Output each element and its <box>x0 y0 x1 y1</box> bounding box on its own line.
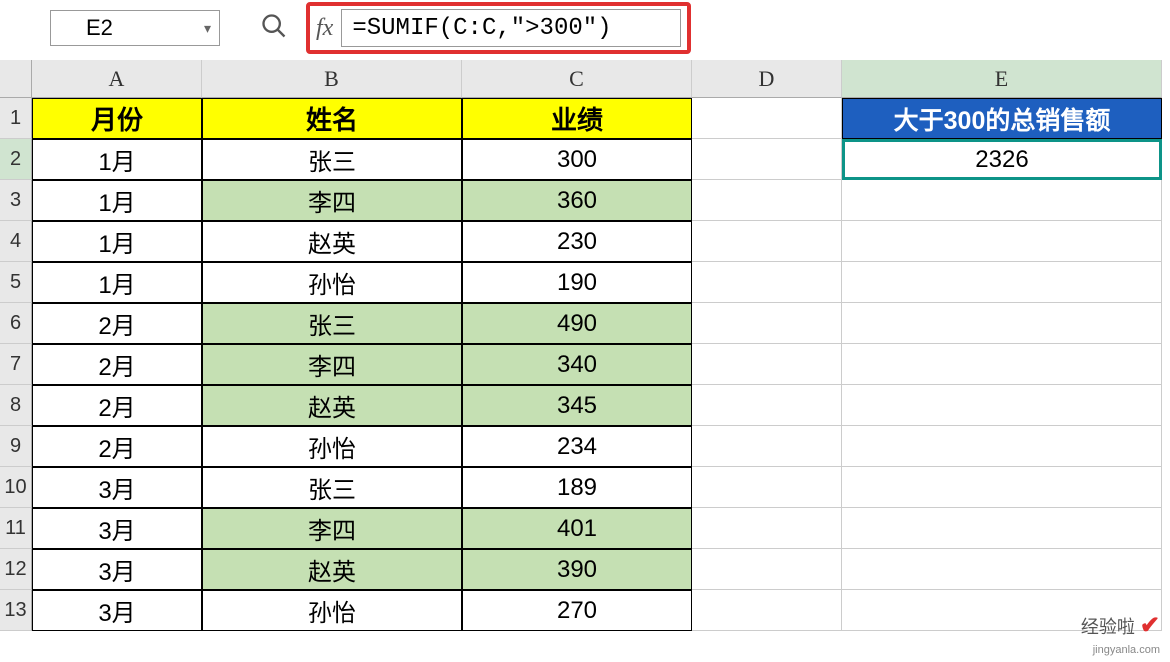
cell[interactable] <box>842 385 1162 426</box>
cell-name[interactable]: 孙怡 <box>202 590 462 631</box>
cell-perf[interactable]: 345 <box>462 385 692 426</box>
row-header[interactable]: 11 <box>0 508 32 549</box>
name-box[interactable]: E2 ▾ <box>50 10 220 46</box>
cell-name[interactable]: 李四 <box>202 180 462 221</box>
cell-month[interactable]: 1月 <box>32 221 202 262</box>
cell-perf[interactable]: 490 <box>462 303 692 344</box>
row-header[interactable]: 5 <box>0 262 32 303</box>
col-header-d[interactable]: D <box>692 60 842 98</box>
watermark: 经验啦 ✔ jingyanla.com <box>1081 614 1160 656</box>
formula-bar: E2 ▾ fx <box>0 0 1170 60</box>
cell-month[interactable]: 2月 <box>32 426 202 467</box>
dropdown-icon[interactable]: ▾ <box>204 20 211 37</box>
cell-month[interactable]: 1月 <box>32 139 202 180</box>
column-header-row: A B C D E <box>32 60 1170 98</box>
active-cell[interactable]: 2326 <box>842 139 1162 180</box>
cell[interactable] <box>692 467 842 508</box>
row-header[interactable]: 7 <box>0 344 32 385</box>
cell-month[interactable]: 3月 <box>32 549 202 590</box>
cell-name[interactable]: 李四 <box>202 344 462 385</box>
cell-month[interactable]: 2月 <box>32 385 202 426</box>
watermark-text: 经验啦 <box>1081 617 1135 637</box>
cell[interactable] <box>692 344 842 385</box>
cell[interactable] <box>692 303 842 344</box>
col-header-b[interactable]: B <box>202 60 462 98</box>
cell-perf[interactable]: 189 <box>462 467 692 508</box>
header-total[interactable]: 大于300的总销售额 <box>842 98 1162 139</box>
cell[interactable] <box>842 221 1162 262</box>
cell[interactable] <box>692 221 842 262</box>
cell-perf[interactable]: 340 <box>462 344 692 385</box>
cell[interactable] <box>692 508 842 549</box>
row-header[interactable]: 4 <box>0 221 32 262</box>
header-month[interactable]: 月份 <box>32 98 202 139</box>
cell-month[interactable]: 3月 <box>32 508 202 549</box>
cell-month[interactable]: 2月 <box>32 303 202 344</box>
spreadsheet-grid: 1 2 3 4 5 6 7 8 9 10 11 12 13 A B C D E … <box>0 60 1170 631</box>
row-header-area: 1 2 3 4 5 6 7 8 9 10 11 12 13 <box>0 60 32 631</box>
row-header[interactable]: 10 <box>0 467 32 508</box>
cell-name[interactable]: 孙怡 <box>202 426 462 467</box>
cell-month[interactable]: 1月 <box>32 262 202 303</box>
cell-name[interactable]: 孙怡 <box>202 262 462 303</box>
cell[interactable] <box>842 549 1162 590</box>
grid-body: A B C D E 月份 姓名 业绩 大于300的总销售额 1月 张三 300 … <box>32 60 1170 631</box>
cell[interactable] <box>692 98 842 139</box>
cell[interactable] <box>842 180 1162 221</box>
row-header[interactable]: 9 <box>0 426 32 467</box>
row-header[interactable]: 6 <box>0 303 32 344</box>
cell-name[interactable]: 赵英 <box>202 221 462 262</box>
cell-perf[interactable]: 230 <box>462 221 692 262</box>
row-header[interactable]: 8 <box>0 385 32 426</box>
cell-perf[interactable]: 270 <box>462 590 692 631</box>
cell-perf[interactable]: 390 <box>462 549 692 590</box>
cell-name[interactable]: 张三 <box>202 467 462 508</box>
cell[interactable] <box>692 549 842 590</box>
cell[interactable] <box>692 139 842 180</box>
cell[interactable] <box>842 426 1162 467</box>
col-header-a[interactable]: A <box>32 60 202 98</box>
search-icon[interactable] <box>260 12 288 45</box>
header-performance[interactable]: 业绩 <box>462 98 692 139</box>
cell-reference: E2 <box>86 15 113 41</box>
cell-perf[interactable]: 300 <box>462 139 692 180</box>
cell-perf[interactable]: 360 <box>462 180 692 221</box>
select-all-corner[interactable] <box>0 60 32 98</box>
cell[interactable] <box>692 180 842 221</box>
cell[interactable] <box>842 262 1162 303</box>
check-icon: ✔ <box>1140 612 1160 639</box>
header-name[interactable]: 姓名 <box>202 98 462 139</box>
watermark-sub: jingyanla.com <box>1093 644 1160 656</box>
cell[interactable] <box>692 385 842 426</box>
cell-perf[interactable]: 190 <box>462 262 692 303</box>
col-header-e[interactable]: E <box>842 60 1162 98</box>
cell-perf[interactable]: 234 <box>462 426 692 467</box>
row-header[interactable]: 3 <box>0 180 32 221</box>
cell-name[interactable]: 张三 <box>202 303 462 344</box>
formula-highlight-box: fx <box>306 2 691 54</box>
cell-month[interactable]: 3月 <box>32 467 202 508</box>
cell-name[interactable]: 张三 <box>202 139 462 180</box>
cell[interactable] <box>842 344 1162 385</box>
cell-perf[interactable]: 401 <box>462 508 692 549</box>
cell[interactable] <box>842 467 1162 508</box>
cell-month[interactable]: 1月 <box>32 180 202 221</box>
cell-month[interactable]: 3月 <box>32 590 202 631</box>
cell-name[interactable]: 李四 <box>202 508 462 549</box>
cell[interactable] <box>842 508 1162 549</box>
row-header[interactable]: 1 <box>0 98 32 139</box>
row-header[interactable]: 12 <box>0 549 32 590</box>
formula-input[interactable] <box>341 9 681 47</box>
col-header-c[interactable]: C <box>462 60 692 98</box>
cell[interactable] <box>692 426 842 467</box>
row-header[interactable]: 2 <box>0 139 32 180</box>
cell-month[interactable]: 2月 <box>32 344 202 385</box>
cell-name[interactable]: 赵英 <box>202 549 462 590</box>
cell-name[interactable]: 赵英 <box>202 385 462 426</box>
row-header[interactable]: 13 <box>0 590 32 631</box>
cell[interactable] <box>692 262 842 303</box>
cell[interactable] <box>692 590 842 631</box>
fx-icon[interactable]: fx <box>316 15 333 42</box>
cell[interactable] <box>842 303 1162 344</box>
